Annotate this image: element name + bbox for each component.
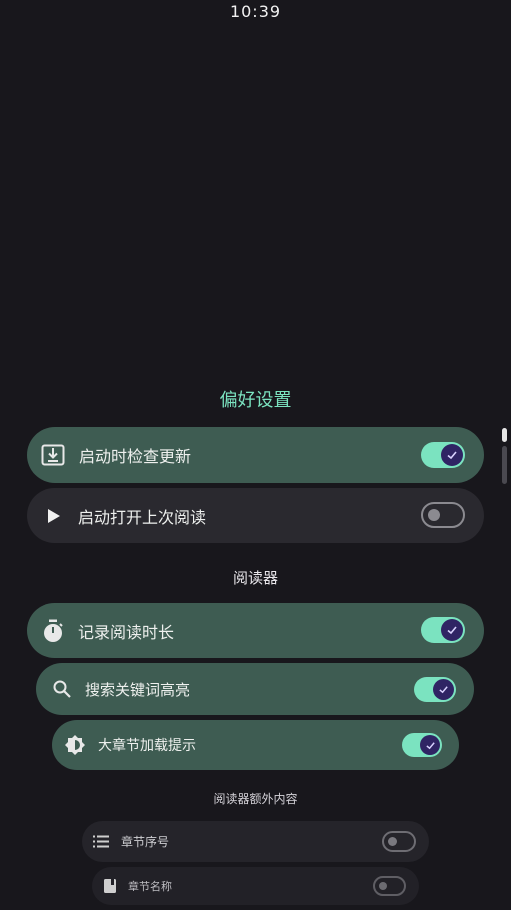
list-icon [93,834,109,850]
check-icon [439,686,448,694]
toggle-switch[interactable] [382,831,416,852]
scrollbar-thumb[interactable] [502,428,507,442]
setting-large-chapter-load-hint[interactable]: 大章节加载提示 [52,720,459,770]
section-title-reader-extra: 阅读器额外内容 [213,792,298,806]
toggle-switch[interactable] [414,677,456,702]
search-icon [52,679,72,699]
scrollbar-track [502,446,507,484]
download-box-icon [41,443,65,467]
setting-label: 启动时检查更新 [79,447,192,466]
check-icon [447,626,457,635]
setting-chapter-number[interactable]: 章节序号 [82,821,429,862]
toggle-knob-unchecked [388,837,397,846]
timer-icon [42,619,64,643]
toggle-switch[interactable] [402,733,442,757]
status-bar-time: 10:39 [229,2,282,21]
setting-label: 启动打开上次阅读 [78,507,207,527]
setting-check-update-on-start[interactable]: 启动时检查更新 [27,427,484,483]
setting-chapter-name[interactable]: 章节名称 [92,867,419,905]
toggle-knob-unchecked [428,509,440,521]
toggle-knob-checked [441,619,463,641]
toggle-switch[interactable] [421,502,465,528]
toggle-knob-checked [420,735,440,755]
setting-search-keyword-highlight[interactable]: 搜索关键词高亮 [36,663,474,715]
setting-open-last-read[interactable]: 启动打开上次阅读 [27,488,484,543]
section-title-preferences: 偏好设置 [219,390,292,411]
check-icon [447,451,457,460]
brightness-icon [64,734,86,756]
section-title-reader: 阅读器 [232,569,278,587]
setting-label: 记录阅读时长 [78,622,175,642]
toggle-switch[interactable] [373,876,406,896]
toggle-switch[interactable] [421,617,465,643]
toggle-switch[interactable] [421,442,465,468]
toggle-knob-checked [441,444,463,466]
setting-label: 搜索关键词高亮 [85,680,191,699]
setting-label: 章节序号 [121,835,170,849]
setting-label: 章节名称 [128,880,172,893]
check-icon [425,741,435,749]
setting-record-reading-time[interactable]: 记录阅读时长 [27,603,484,658]
book-icon [103,878,117,894]
toggle-knob-unchecked [379,882,387,890]
setting-label: 大章节加载提示 [98,738,196,754]
play-icon [45,507,63,525]
toggle-knob-checked [433,679,454,700]
